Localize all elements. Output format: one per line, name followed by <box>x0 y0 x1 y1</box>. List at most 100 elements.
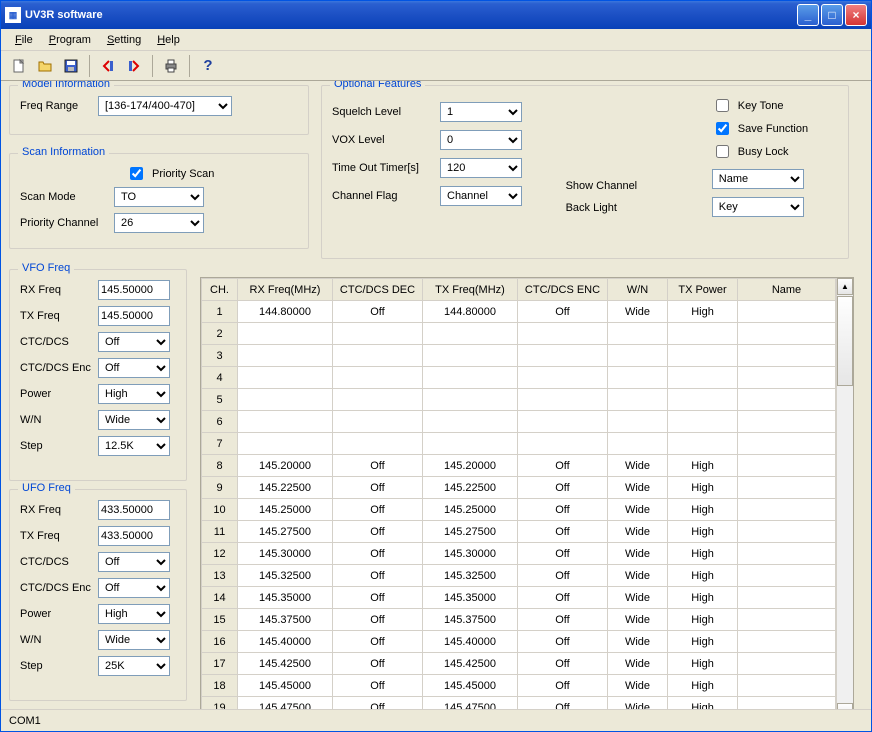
table-row[interactable]: 6 <box>202 411 836 433</box>
cell-dec[interactable]: Off <box>333 631 423 653</box>
cell-dec[interactable] <box>333 411 423 433</box>
scroll-track[interactable] <box>837 386 853 703</box>
cell-enc[interactable] <box>518 411 608 433</box>
cell-name[interactable] <box>738 433 836 455</box>
cell-ch[interactable]: 6 <box>202 411 238 433</box>
col-power[interactable]: TX Power <box>668 279 738 301</box>
cell-ch[interactable]: 15 <box>202 609 238 631</box>
vox-select[interactable]: 0 <box>440 130 522 150</box>
cell-wn[interactable]: Wide <box>608 543 668 565</box>
cell-tx[interactable]: 145.22500 <box>423 477 518 499</box>
cell-enc[interactable] <box>518 323 608 345</box>
table-row[interactable]: 4 <box>202 367 836 389</box>
cell-power[interactable]: High <box>668 609 738 631</box>
cell-name[interactable] <box>738 587 836 609</box>
cell-ch[interactable]: 8 <box>202 455 238 477</box>
table-row[interactable]: 1144.80000Off144.80000OffWideHigh <box>202 301 836 323</box>
cell-enc[interactable]: Off <box>518 301 608 323</box>
table-row[interactable]: 16145.40000Off145.40000OffWideHigh <box>202 631 836 653</box>
vfo-ctcdcs-enc-select[interactable]: Off <box>98 358 170 378</box>
table-row[interactable]: 14145.35000Off145.35000OffWideHigh <box>202 587 836 609</box>
cell-ch[interactable]: 12 <box>202 543 238 565</box>
cell-ch[interactable]: 5 <box>202 389 238 411</box>
cell-rx[interactable]: 145.37500 <box>238 609 333 631</box>
cell-wn[interactable]: Wide <box>608 521 668 543</box>
cell-enc[interactable]: Off <box>518 631 608 653</box>
cell-dec[interactable]: Off <box>333 543 423 565</box>
col-tx[interactable]: TX Freq(MHz) <box>423 279 518 301</box>
cell-tx[interactable]: 145.25000 <box>423 499 518 521</box>
cell-tx[interactable]: 145.20000 <box>423 455 518 477</box>
cell-power[interactable] <box>668 323 738 345</box>
cell-rx[interactable]: 145.27500 <box>238 521 333 543</box>
vfo-ctcdcs-select[interactable]: Off <box>98 332 170 352</box>
cell-tx[interactable] <box>423 433 518 455</box>
ufo-ctcdcs-select[interactable]: Off <box>98 552 170 572</box>
cell-power[interactable] <box>668 411 738 433</box>
cell-power[interactable]: High <box>668 587 738 609</box>
table-row[interactable]: 3 <box>202 345 836 367</box>
vfo-power-select[interactable]: High <box>98 384 170 404</box>
cell-wn[interactable] <box>608 389 668 411</box>
cell-dec[interactable]: Off <box>333 521 423 543</box>
table-row[interactable]: 9145.22500Off145.22500OffWideHigh <box>202 477 836 499</box>
cell-dec[interactable]: Off <box>333 477 423 499</box>
priority-scan-checkbox[interactable] <box>130 167 143 180</box>
ufo-wn-select[interactable]: Wide <box>98 630 170 650</box>
cell-name[interactable] <box>738 345 836 367</box>
table-row[interactable]: 10145.25000Off145.25000OffWideHigh <box>202 499 836 521</box>
scan-mode-select[interactable]: TO <box>114 187 204 207</box>
cell-tx[interactable] <box>423 345 518 367</box>
table-row[interactable]: 15145.37500Off145.37500OffWideHigh <box>202 609 836 631</box>
cell-rx[interactable] <box>238 411 333 433</box>
freq-range-select[interactable]: [136-174/400-470] <box>98 96 232 116</box>
cell-tx[interactable]: 145.47500 <box>423 697 518 710</box>
cell-wn[interactable] <box>608 367 668 389</box>
cell-ch[interactable]: 16 <box>202 631 238 653</box>
cell-dec[interactable]: Off <box>333 653 423 675</box>
cell-tx[interactable]: 145.32500 <box>423 565 518 587</box>
cell-rx[interactable]: 145.35000 <box>238 587 333 609</box>
cell-name[interactable] <box>738 653 836 675</box>
cell-tx[interactable]: 145.42500 <box>423 653 518 675</box>
cell-name[interactable] <box>738 499 836 521</box>
cell-name[interactable] <box>738 565 836 587</box>
cell-rx[interactable]: 145.47500 <box>238 697 333 710</box>
cell-power[interactable]: High <box>668 477 738 499</box>
menu-program[interactable]: Program <box>41 32 99 48</box>
cell-name[interactable] <box>738 411 836 433</box>
cell-enc[interactable] <box>518 345 608 367</box>
cell-power[interactable]: High <box>668 543 738 565</box>
help-button[interactable]: ? <box>196 54 220 78</box>
cell-enc[interactable] <box>518 367 608 389</box>
cell-tx[interactable] <box>423 323 518 345</box>
cell-rx[interactable]: 145.25000 <box>238 499 333 521</box>
cell-power[interactable] <box>668 433 738 455</box>
busylock-checkbox[interactable] <box>716 145 729 158</box>
cell-dec[interactable] <box>333 389 423 411</box>
table-row[interactable]: 13145.32500Off145.32500OffWideHigh <box>202 565 836 587</box>
menu-help[interactable]: Help <box>149 32 188 48</box>
vfo-wn-select[interactable]: Wide <box>98 410 170 430</box>
save-button[interactable] <box>59 54 83 78</box>
cell-dec[interactable] <box>333 367 423 389</box>
ufo-tx-input[interactable] <box>98 526 170 546</box>
cell-wn[interactable]: Wide <box>608 631 668 653</box>
cell-name[interactable] <box>738 609 836 631</box>
cell-ch[interactable]: 17 <box>202 653 238 675</box>
cell-wn[interactable]: Wide <box>608 609 668 631</box>
cell-rx[interactable] <box>238 389 333 411</box>
cell-dec[interactable]: Off <box>333 455 423 477</box>
cell-wn[interactable]: Wide <box>608 499 668 521</box>
ufo-power-select[interactable]: High <box>98 604 170 624</box>
col-ch[interactable]: CH. <box>202 279 238 301</box>
savefunc-checkbox[interactable] <box>716 122 729 135</box>
cell-enc[interactable]: Off <box>518 609 608 631</box>
cell-dec[interactable]: Off <box>333 301 423 323</box>
ufo-ctcdcs-enc-select[interactable]: Off <box>98 578 170 598</box>
scroll-down-button[interactable]: ▼ <box>837 703 853 709</box>
cell-rx[interactable] <box>238 433 333 455</box>
cell-tx[interactable]: 145.37500 <box>423 609 518 631</box>
cell-wn[interactable]: Wide <box>608 675 668 697</box>
cell-ch[interactable]: 4 <box>202 367 238 389</box>
